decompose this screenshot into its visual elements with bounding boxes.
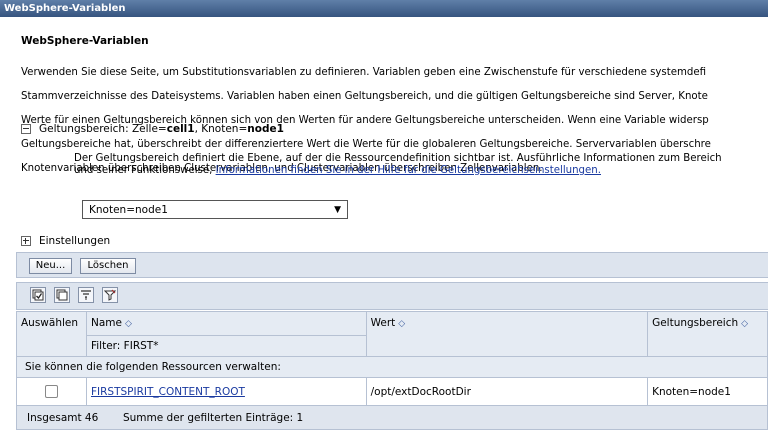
collapse-icon[interactable] xyxy=(21,124,31,134)
table-header-row: Auswählen Name ◇ Filter: FIRST* Wert ◇ Gel… xyxy=(16,311,768,357)
description-line: Verwenden Sie diese Seite, um Substituti… xyxy=(21,67,707,78)
delete-button[interactable]: Löschen xyxy=(80,258,136,274)
deselect-all-icon[interactable] xyxy=(54,287,70,303)
table-notice-row: Sie können die folgenden Ressourcen verw… xyxy=(16,356,768,378)
column-header-value[interactable]: Wert ◇ xyxy=(365,311,649,357)
filtered-count: Summe der gefilterten Einträge: 1 xyxy=(122,411,304,424)
page-title: WebSphere-Variablen xyxy=(21,35,149,47)
action-toolbar: Neu... Löschen xyxy=(16,252,768,278)
sort-icon[interactable]: ◇ xyxy=(125,319,132,329)
total-count: Insgesamt 46 xyxy=(27,411,99,424)
new-button[interactable]: Neu... xyxy=(29,258,72,274)
column-header-select: Auswählen xyxy=(16,311,87,357)
scope-label: Geltungsbereich: Zelle=cell1, Knoten=nod… xyxy=(39,123,284,135)
row-checkbox[interactable] xyxy=(44,385,58,398)
row-select-cell xyxy=(16,377,87,406)
select-all-icon[interactable] xyxy=(30,287,46,303)
table-row: FIRSTSPIRIT_CONTENT_ROOT /opt/extDocRoot… xyxy=(16,377,768,406)
table-tools-toolbar xyxy=(16,282,768,310)
table-footer-row: Insgesamt 46 Summe der gefilterten Eintr… xyxy=(16,405,768,430)
show-filter-icon[interactable] xyxy=(78,287,94,303)
settings-label: Einstellungen xyxy=(39,235,111,247)
variable-name-link[interactable]: FIRSTSPIRIT_CONTENT_ROOT xyxy=(91,386,245,398)
scope-select-value: Knoten=node1 xyxy=(89,203,168,216)
filter-text: Filter: FIRST* xyxy=(86,335,366,356)
scope-description: Der Geltungsbereich definiert die Ebene,… xyxy=(74,153,722,176)
column-header-name[interactable]: Name ◇ Filter: FIRST* xyxy=(85,311,367,357)
description-line: Stammverzeichnisse des Dateisystems. Var… xyxy=(21,91,708,102)
row-value-cell: /opt/extDocRootDir xyxy=(365,377,649,406)
clear-filter-icon[interactable] xyxy=(102,287,118,303)
window-title: WebSphere-Variablen xyxy=(0,0,768,17)
table-footer: Insgesamt 46 Summe der gefilterten Eintr… xyxy=(16,405,768,430)
scope-section-toggle[interactable]: Geltungsbereich: Zelle=cell1, Knoten=nod… xyxy=(21,123,284,135)
settings-section-toggle[interactable]: Einstellungen xyxy=(21,235,110,247)
sort-icon[interactable]: ◇ xyxy=(741,319,748,329)
description-line: Geltungsbereiche hat, überschreibt der d… xyxy=(21,139,711,150)
row-scope-cell: Knoten=node1 xyxy=(647,377,768,406)
row-name-cell: FIRSTSPIRIT_CONTENT_ROOT xyxy=(85,377,367,406)
expand-icon[interactable] xyxy=(21,236,31,246)
chevron-down-icon: ▼ xyxy=(334,204,341,215)
scope-select[interactable]: Knoten=node1 ▼ xyxy=(82,200,348,219)
variables-table: Auswählen Name ◇ Filter: FIRST* Wert ◇ Gel… xyxy=(16,311,768,430)
table-notice: Sie können die folgenden Ressourcen verw… xyxy=(16,356,768,378)
scope-help-link[interactable]: Informationen finden Sie in der Hilfe fü… xyxy=(216,165,601,176)
sort-icon[interactable]: ◇ xyxy=(398,319,405,329)
column-header-scope[interactable]: Geltungsbereich ◇ xyxy=(647,311,768,357)
